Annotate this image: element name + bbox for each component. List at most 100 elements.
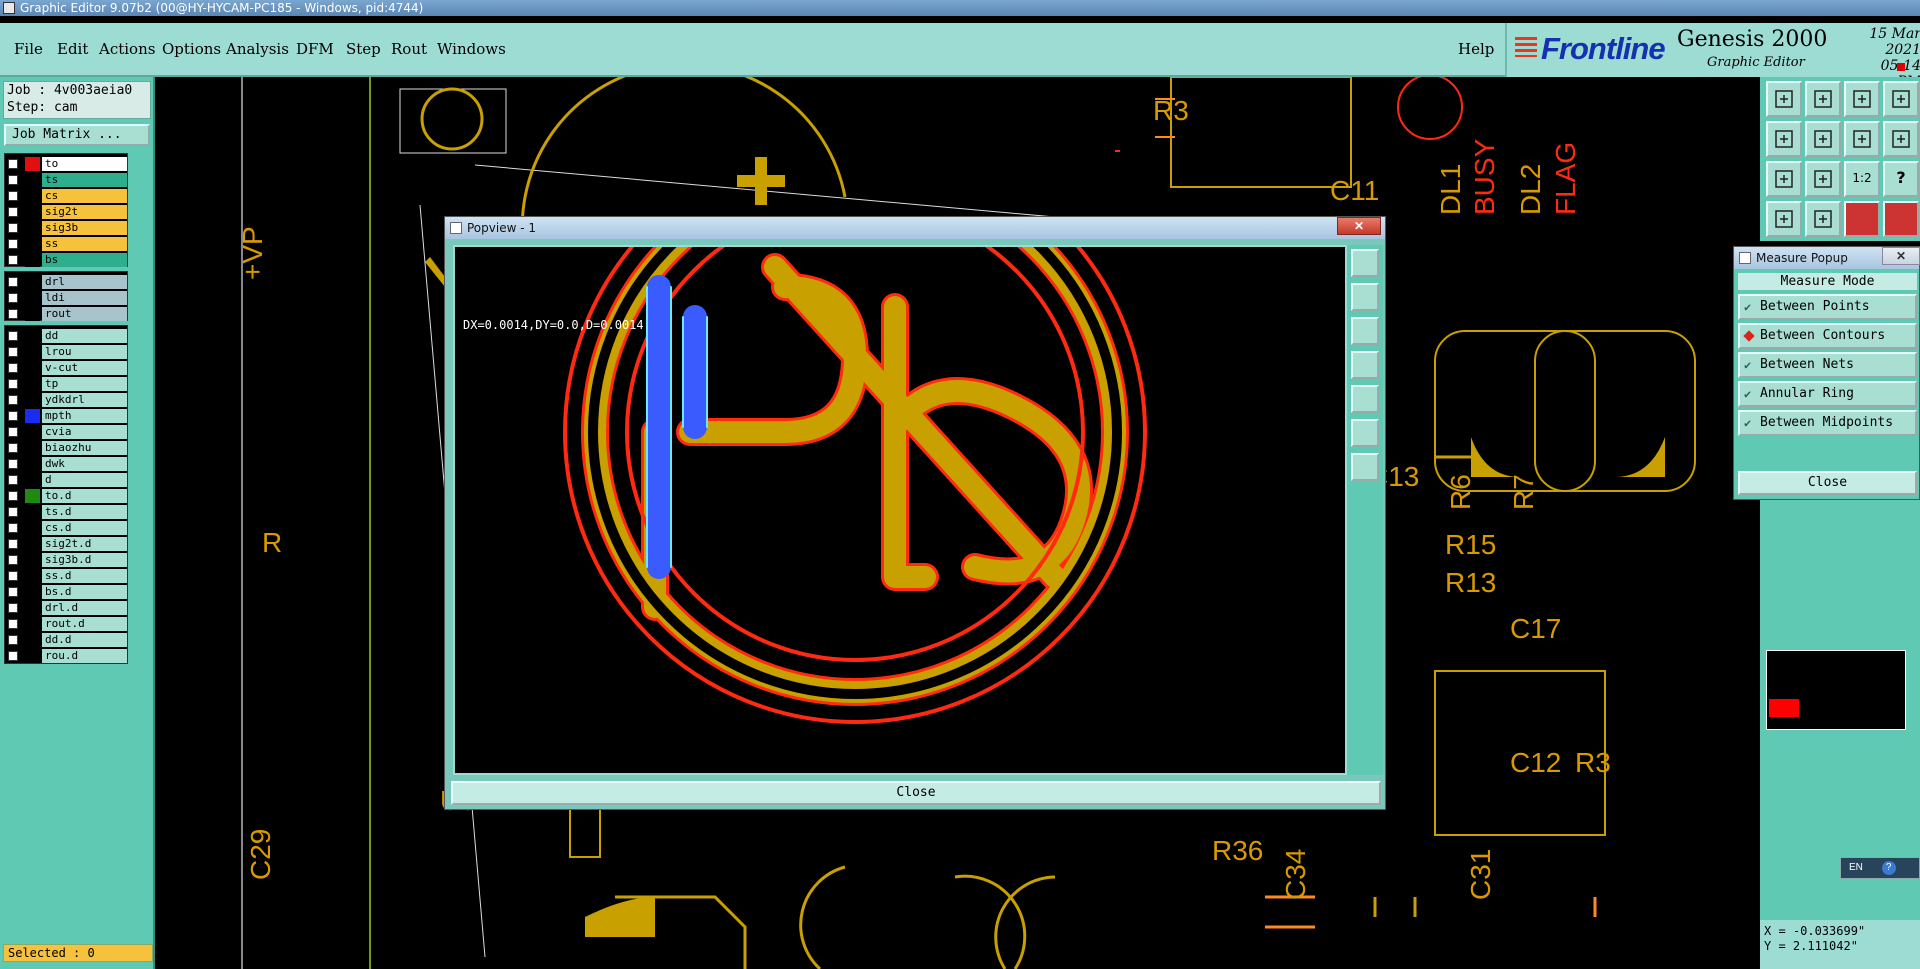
popview-view[interactable]: DX=0.0014,DY=0.0,D=0.0014 xyxy=(453,245,1347,775)
layer-name[interactable]: sig3b xyxy=(42,221,127,235)
layer-checkbox[interactable] xyxy=(8,651,18,661)
layer-checkbox[interactable] xyxy=(8,555,18,565)
layer-name[interactable]: bs.d xyxy=(42,585,127,599)
measure-option-between-contours[interactable]: Between Contours xyxy=(1738,323,1917,349)
layer-name[interactable]: dd xyxy=(42,329,127,343)
measure-option-between-points[interactable]: ✔ Between Points xyxy=(1738,294,1917,320)
layer-row-dd-d[interactable]: dd.d xyxy=(5,632,127,648)
popview-save-icon[interactable] xyxy=(1351,317,1379,345)
layer-name[interactable]: to xyxy=(42,157,127,171)
pan-icon[interactable] xyxy=(1805,161,1841,197)
layer-checkbox[interactable] xyxy=(8,207,18,217)
layer-name[interactable]: ts xyxy=(42,173,127,187)
layer-name[interactable]: biaozhu xyxy=(42,441,127,455)
layer-color-swatch[interactable] xyxy=(25,457,40,471)
layer-row-sig3b[interactable]: sig3b xyxy=(5,220,127,236)
zoom-right-icon[interactable] xyxy=(1805,121,1841,157)
layer-color-swatch[interactable] xyxy=(25,489,40,503)
layer-name[interactable]: ts.d xyxy=(42,505,127,519)
layer-color-swatch[interactable] xyxy=(25,377,40,391)
layer-row-dd[interactable]: dd xyxy=(5,328,127,344)
overview-minimap[interactable] xyxy=(1766,650,1906,730)
layer-name[interactable]: drl.d xyxy=(42,601,127,615)
layer-color-swatch[interactable] xyxy=(25,473,40,487)
layer-row-sig2t[interactable]: sig2t xyxy=(5,204,127,220)
layer-name[interactable]: ldi xyxy=(42,291,127,305)
layer-color-swatch[interactable] xyxy=(25,345,40,359)
layer-color-swatch[interactable] xyxy=(25,569,40,583)
load-icon[interactable] xyxy=(1805,81,1841,117)
layer-name[interactable]: ydkdrl xyxy=(42,393,127,407)
layer-row-v-cut[interactable]: v-cut xyxy=(5,360,127,376)
layer-checkbox[interactable] xyxy=(8,523,18,533)
popview-fit-icon[interactable] xyxy=(1351,419,1379,447)
menu-step[interactable]: Step xyxy=(346,40,381,58)
layers-red2-icon[interactable] xyxy=(1883,201,1919,237)
measure-close-button[interactable]: Close xyxy=(1738,471,1917,495)
layer-row-ydkdrl[interactable]: ydkdrl xyxy=(5,392,127,408)
popview-center-icon[interactable] xyxy=(1351,453,1379,481)
layer-checkbox[interactable] xyxy=(8,443,18,453)
menu-analysis[interactable]: Analysis xyxy=(226,40,289,58)
zoom-left-icon[interactable] xyxy=(1766,121,1802,157)
layer-color-swatch[interactable] xyxy=(25,253,40,267)
layer-checkbox[interactable] xyxy=(8,363,18,373)
window-icon[interactable] xyxy=(1883,81,1919,117)
layer-name[interactable]: cvia xyxy=(42,425,127,439)
layer-checkbox[interactable] xyxy=(8,635,18,645)
ratio-icon[interactable]: 1:2 xyxy=(1844,161,1880,197)
layer-name[interactable]: ss xyxy=(42,237,127,251)
layer-name[interactable]: sig2t xyxy=(42,205,127,219)
layer-row-to[interactable]: to xyxy=(5,156,127,172)
layer-name[interactable]: lrou xyxy=(42,345,127,359)
layer-checkbox[interactable] xyxy=(8,191,18,201)
layer-checkbox[interactable] xyxy=(8,507,18,517)
layer-checkbox[interactable] xyxy=(8,491,18,501)
layer-row-cs-d[interactable]: cs.d xyxy=(5,520,127,536)
measure-option-between-midpoints[interactable]: ✔ Between Midpoints xyxy=(1738,410,1917,436)
home-icon[interactable] xyxy=(1766,81,1802,117)
layer-name[interactable]: d xyxy=(42,473,127,487)
layer-row-rou-d[interactable]: rou.d xyxy=(5,648,127,664)
popview-close-x-button[interactable]: ✕ xyxy=(1337,217,1381,235)
layer-name[interactable]: tp xyxy=(42,377,127,391)
layer-color-swatch[interactable] xyxy=(25,393,40,407)
layer-color-swatch[interactable] xyxy=(25,521,40,535)
layer-row-biaozhu[interactable]: biaozhu xyxy=(5,440,127,456)
menu-dfm[interactable]: DFM xyxy=(296,40,334,58)
layer-checkbox[interactable] xyxy=(8,331,18,341)
layer-name[interactable]: dd.d xyxy=(42,633,127,647)
layer-color-swatch[interactable] xyxy=(25,601,40,615)
layer-name[interactable]: dwk xyxy=(42,457,127,471)
help-icon[interactable]: ? xyxy=(1881,861,1896,875)
layer-row-sig3b-d[interactable]: sig3b.d xyxy=(5,552,127,568)
layer-color-swatch[interactable] xyxy=(25,585,40,599)
layer-name[interactable]: mpth xyxy=(42,409,127,423)
layer-color-swatch[interactable] xyxy=(25,425,40,439)
menu-options[interactable]: Options xyxy=(162,40,221,58)
layer-checkbox[interactable] xyxy=(8,539,18,549)
layer-row-rout[interactable]: rout xyxy=(5,306,127,322)
menu-edit[interactable]: Edit xyxy=(57,40,88,58)
layer-name[interactable]: sig2t.d xyxy=(42,537,127,551)
minimap-viewport[interactable] xyxy=(1769,699,1799,717)
menu-windows[interactable]: Windows xyxy=(437,40,506,58)
layer-color-swatch[interactable] xyxy=(25,617,40,631)
layer-color-swatch[interactable] xyxy=(25,173,40,187)
layer-row-lrou[interactable]: lrou xyxy=(5,344,127,360)
layer-color-swatch[interactable] xyxy=(25,291,40,305)
layer-row-drl-d[interactable]: drl.d xyxy=(5,600,127,616)
layer-checkbox[interactable] xyxy=(8,619,18,629)
measure-option-between-nets[interactable]: ✔ Between Nets xyxy=(1738,352,1917,378)
layer-checkbox[interactable] xyxy=(8,175,18,185)
layer-checkbox[interactable] xyxy=(8,459,18,469)
layer-checkbox[interactable] xyxy=(8,603,18,613)
layer-color-swatch[interactable] xyxy=(25,205,40,219)
layer-name[interactable]: drl xyxy=(42,275,127,289)
layer-checkbox[interactable] xyxy=(8,395,18,405)
popview-close-button[interactable]: Close xyxy=(451,781,1381,805)
layer-name[interactable]: sig3b.d xyxy=(42,553,127,567)
layer-row-ts-d[interactable]: ts.d xyxy=(5,504,127,520)
job-matrix-button[interactable]: Job Matrix ... xyxy=(4,124,150,146)
layer-color-swatch[interactable] xyxy=(25,329,40,343)
